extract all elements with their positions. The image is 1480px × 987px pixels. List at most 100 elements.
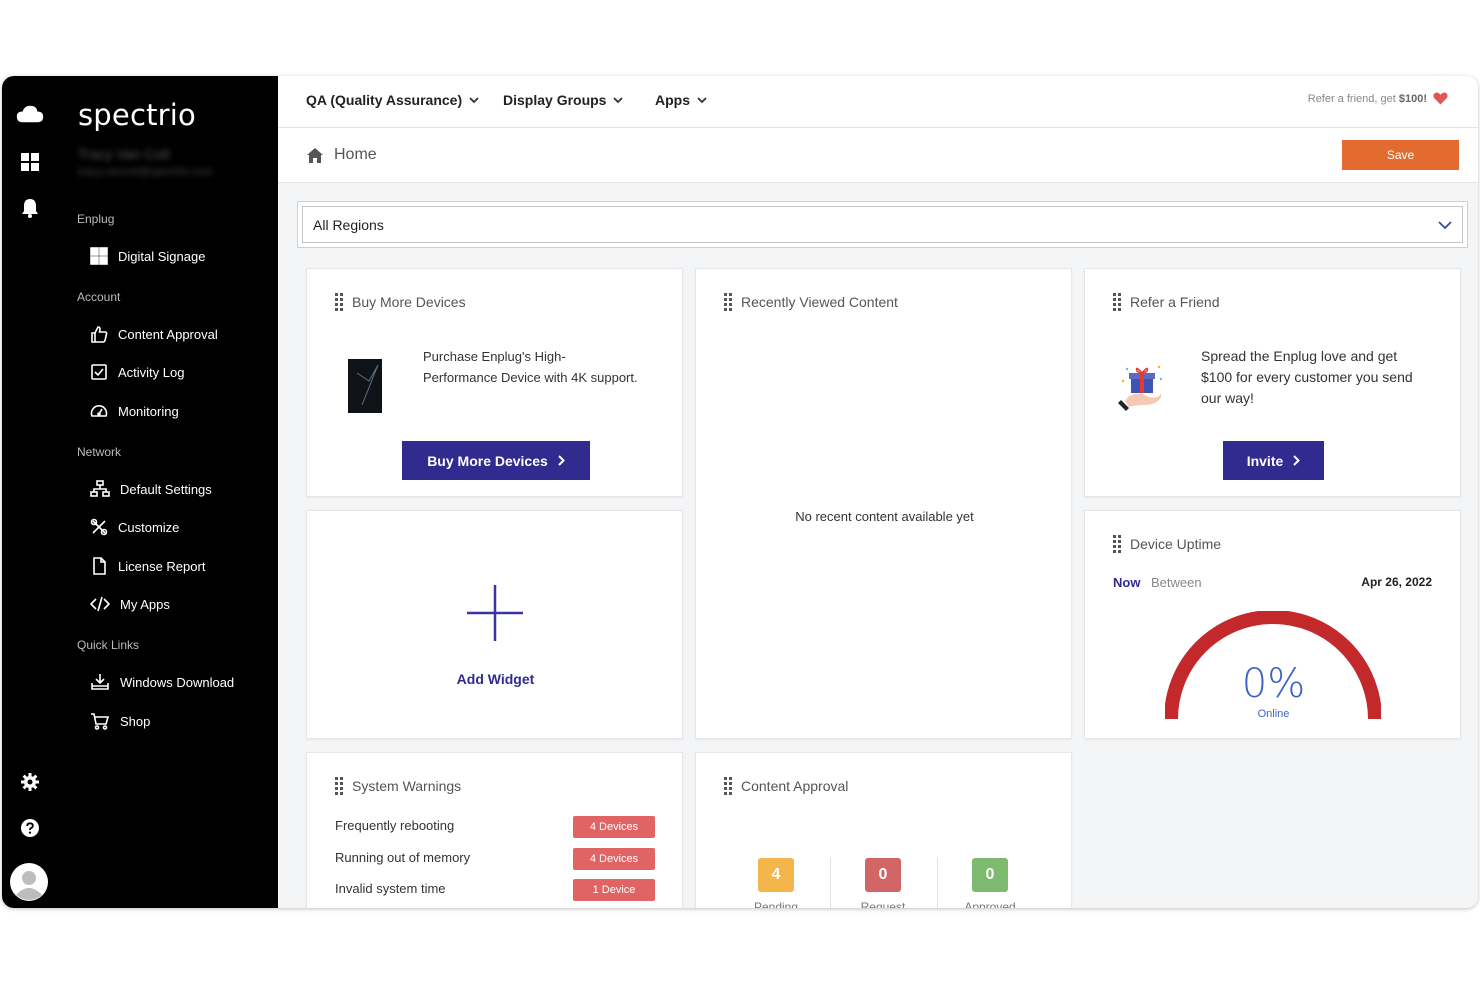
sidebar: spectrio Tracy Van Cott tracy.vancott@sp… [58, 76, 278, 908]
add-widget-card[interactable]: Add Widget [306, 510, 683, 739]
stat-value: 0 [865, 858, 901, 892]
uptime-date: Apr 26, 2022 [1361, 575, 1432, 589]
sidebar-item-default-settings[interactable]: Default Settings [90, 477, 212, 501]
warning-badge[interactable]: 1 Device [573, 879, 655, 901]
drag-handle-icon[interactable] [1113, 293, 1121, 311]
drag-handle-icon[interactable] [724, 777, 732, 795]
sidebar-item-customize[interactable]: Customize [90, 515, 179, 539]
stat-approved[interactable]: 0 Approved [950, 858, 1030, 908]
drag-handle-icon[interactable] [1113, 535, 1121, 553]
menu-display-groups[interactable]: Display Groups [503, 92, 624, 108]
stat-value: 0 [972, 858, 1008, 892]
avatar[interactable] [9, 862, 49, 902]
thumbs-up-icon [91, 326, 108, 343]
region-selected-value: All Regions [313, 216, 384, 233]
region-select[interactable]: All Regions [297, 201, 1468, 248]
card-title: Buy More Devices [352, 294, 466, 310]
download-icon [91, 674, 109, 690]
network-icon [90, 480, 110, 497]
section-network: Network [77, 445, 122, 459]
user-name: Tracy Van Cott [78, 146, 170, 162]
sidebar-item-monitoring[interactable]: Monitoring [90, 399, 179, 423]
menu-apps[interactable]: Apps [655, 92, 707, 108]
refer-description: Spread the Enplug love and get $100 for … [1201, 348, 1413, 406]
icon-rail [2, 76, 58, 908]
sidebar-item-label: Activity Log [118, 364, 185, 380]
chevron-right-icon [558, 455, 565, 466]
warning-badge[interactable]: 4 Devices [573, 848, 655, 870]
heart-icon [1433, 92, 1448, 105]
refer-friend-link[interactable]: Refer a friend, get $100! [1308, 92, 1448, 105]
card-title: Recently Viewed Content [741, 294, 898, 310]
content-approval-card: Content Approval 4 Pending 0 Request 0 A… [695, 752, 1072, 908]
sidebar-item-shop[interactable]: Shop [90, 709, 150, 733]
sidebar-item-my-apps[interactable]: My Apps [90, 592, 170, 616]
sidebar-item-label: License Report [118, 558, 206, 574]
sidebar-item-label: Default Settings [120, 481, 212, 497]
warning-label: Invalid system time [335, 881, 446, 896]
sidebar-item-label: Shop [120, 713, 151, 729]
stat-label: Request [860, 900, 906, 908]
stat-pending[interactable]: 4 Pending [736, 858, 816, 908]
empty-state: No recent content available yet [795, 509, 974, 524]
card-title: Refer a Friend [1130, 294, 1220, 310]
home-icon [307, 147, 323, 163]
sidebar-item-label: Windows Download [120, 674, 235, 690]
breadcrumb[interactable]: Home [306, 146, 377, 164]
menu-organization[interactable]: QA (Quality Assurance) [306, 92, 479, 108]
uptime-value-label: Online [1257, 708, 1290, 720]
stat-request[interactable]: 0 Request [843, 858, 923, 908]
bell-icon[interactable] [16, 194, 44, 222]
app-window: spectrio Tracy Van Cott tracy.vancott@sp… [2, 76, 1478, 908]
card-title: System Warnings [352, 778, 462, 794]
card-title: Device Uptime [1130, 536, 1222, 552]
tab-between[interactable]: Between [1151, 575, 1202, 590]
sidebar-item-digital-signage[interactable]: Digital Signage [90, 244, 205, 268]
refer-friend-card: Refer a Friend Spread the Enplug love an… [1084, 268, 1461, 497]
gear-icon[interactable] [16, 768, 44, 796]
divider [830, 857, 831, 908]
system-warnings-card: System Warnings Frequently rebooting 4 D… [306, 752, 683, 908]
tab-now[interactable]: Now [1113, 575, 1140, 590]
sidebar-item-content-approval[interactable]: Content Approval [90, 322, 218, 346]
stat-label: Approved [964, 900, 1016, 908]
dashboard-grid-icon[interactable] [16, 148, 44, 176]
breadcrumb-label: Home [334, 146, 377, 163]
user-email: tracy.vancott@spectrio.com [78, 166, 214, 178]
stat-value: 4 [758, 858, 794, 892]
menu-label: Display Groups [503, 92, 607, 108]
sidebar-item-windows-download[interactable]: Windows Download [90, 670, 234, 694]
gift-icon [1118, 365, 1163, 411]
chevron-down-icon [469, 97, 479, 103]
invite-button[interactable]: Invite [1223, 441, 1324, 480]
plus-icon [467, 585, 523, 641]
recent-content-card: Recently Viewed Content No recent conten… [695, 268, 1072, 739]
save-button[interactable]: Save [1342, 140, 1459, 170]
sidebar-item-activity-log[interactable]: Activity Log [90, 360, 184, 384]
sidebar-item-license-report[interactable]: License Report [90, 554, 205, 578]
stat-label: Pending [753, 900, 799, 908]
section-account: Account [77, 290, 121, 304]
card-title: Content Approval [741, 778, 849, 794]
chevron-down-icon [1438, 220, 1452, 229]
section-quick-links: Quick Links [77, 638, 140, 652]
main-content: QA (Quality Assurance) Display Groups Ap… [278, 76, 1478, 908]
sub-header: Home Save [278, 128, 1478, 183]
drag-handle-icon[interactable] [335, 777, 343, 795]
menu-label: QA (Quality Assurance) [306, 92, 463, 108]
device-uptime-card: Device Uptime Now Between Apr 26, 2022 0… [1084, 510, 1461, 739]
drag-handle-icon[interactable] [335, 293, 343, 311]
sidebar-item-label: Monitoring [118, 403, 179, 419]
spectrio-logo[interactable]: spectrio [78, 98, 196, 132]
grid-icon [90, 247, 108, 265]
sidebar-item-label: My Apps [120, 596, 170, 612]
device-image [348, 359, 382, 413]
drag-handle-icon[interactable] [724, 293, 732, 311]
help-icon[interactable] [16, 814, 44, 842]
uptime-value: 0% [1241, 661, 1306, 707]
buy-more-devices-button[interactable]: Buy More Devices [402, 441, 590, 480]
button-label: Invite [1246, 452, 1284, 469]
warning-badge[interactable]: 4 Devices [573, 816, 655, 838]
cloud-icon[interactable] [16, 100, 44, 128]
sidebar-item-label: Content Approval [118, 326, 218, 342]
